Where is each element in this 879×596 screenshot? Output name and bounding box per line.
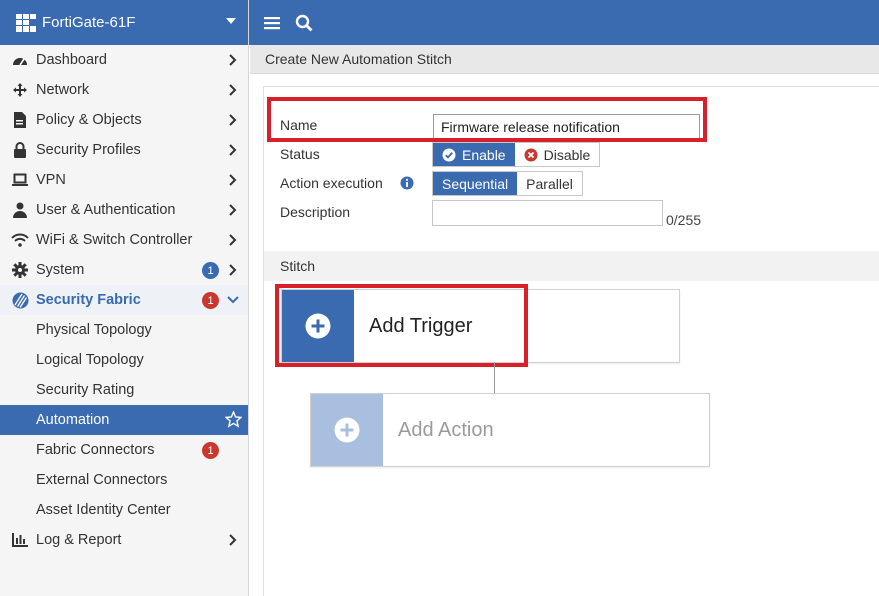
chevron-right-icon bbox=[229, 84, 237, 96]
sidebar-item-user-authentication[interactable]: User & Authentication bbox=[0, 195, 248, 225]
add-trigger-icon-tile bbox=[282, 290, 354, 362]
sidebar-item-dashboard[interactable]: Dashboard bbox=[0, 45, 248, 75]
sidebar-item-vpn[interactable]: VPN bbox=[0, 165, 248, 195]
add-trigger-card[interactable]: Add Trigger bbox=[281, 289, 680, 363]
search-icon[interactable] bbox=[295, 14, 313, 32]
sidebar-item-label: Automation bbox=[36, 412, 110, 428]
lock-icon bbox=[11, 142, 29, 158]
stitch-section-header: Stitch bbox=[264, 251, 879, 281]
sidebar-item-wifi-switch-controller[interactable]: WiFi & Switch Controller bbox=[0, 225, 248, 255]
security-fabric-icon bbox=[11, 292, 29, 308]
device-name: FortiGate-61F bbox=[42, 14, 136, 31]
description-textarea[interactable] bbox=[432, 200, 663, 226]
status-toggle: Enable Disable bbox=[432, 142, 601, 167]
sidebar-item-label: Policy & Objects bbox=[36, 112, 142, 128]
add-trigger-label: Add Trigger bbox=[369, 314, 473, 337]
sidebar-item-label: Network bbox=[36, 82, 90, 98]
sidebar-item-label: Dashboard bbox=[36, 52, 107, 68]
bar-chart-icon bbox=[11, 532, 29, 548]
plus-circle-icon bbox=[305, 313, 331, 339]
description-char-counter: 0/255 bbox=[666, 212, 702, 228]
stitch-connector-line bbox=[494, 362, 495, 393]
plus-circle-icon bbox=[334, 417, 360, 443]
sidebar-item-label: Log & Report bbox=[36, 532, 122, 548]
status-disable-label: Disable bbox=[543, 146, 591, 163]
status-label: Status bbox=[280, 146, 320, 162]
sidebar-item-label: WiFi & Switch Controller bbox=[36, 232, 193, 248]
sidebar-item-label: Logical Topology bbox=[36, 352, 144, 368]
name-input[interactable] bbox=[433, 114, 700, 139]
device-selector[interactable]: FortiGate-61F bbox=[0, 0, 248, 45]
status-enable-label: Enable bbox=[462, 146, 506, 163]
sidebar-item-security-fabric[interactable]: Security Fabric 1 bbox=[0, 285, 248, 315]
description-label: Description bbox=[280, 204, 351, 220]
chevron-right-icon bbox=[229, 204, 237, 216]
chevron-right-icon bbox=[229, 174, 237, 186]
execution-toggle: Sequential Parallel bbox=[432, 171, 583, 196]
status-disable-option[interactable]: Disable bbox=[514, 143, 600, 166]
check-circle-icon bbox=[442, 148, 456, 161]
chevron-right-icon bbox=[229, 114, 237, 126]
chevron-right-icon bbox=[229, 534, 237, 546]
sidebar-item-fabric-connectors[interactable]: Fabric Connectors 1 bbox=[0, 435, 248, 465]
chevron-right-icon bbox=[229, 144, 237, 156]
sidebar-item-external-connectors[interactable]: External Connectors bbox=[0, 465, 248, 495]
execution-sequential-option[interactable]: Sequential bbox=[433, 172, 518, 195]
sidebar-item-label: Asset Identity Center bbox=[36, 502, 171, 518]
execution-parallel-option[interactable]: Parallel bbox=[517, 172, 582, 195]
stitch-section-label: Stitch bbox=[280, 258, 316, 274]
sidebar-item-label: VPN bbox=[36, 172, 66, 188]
sidebar-item-label: Security Rating bbox=[36, 382, 135, 398]
user-icon bbox=[11, 202, 29, 218]
sidebar-item-label: Security Profiles bbox=[36, 142, 141, 158]
execution-sequential-label: Sequential bbox=[442, 175, 509, 192]
add-action-card[interactable]: Add Action bbox=[310, 393, 710, 467]
info-icon[interactable] bbox=[400, 176, 414, 190]
action-execution-label: Action execution bbox=[280, 175, 383, 191]
sidebar-item-label: Security Fabric bbox=[36, 292, 141, 308]
page-title-bar: Create New Automation Stitch bbox=[250, 45, 879, 74]
dashboard-icon bbox=[11, 52, 29, 68]
laptop-icon bbox=[11, 172, 29, 188]
sidebar-item-label: Physical Topology bbox=[36, 322, 152, 338]
notification-badge: 1 bbox=[202, 262, 219, 279]
sidebar-item-policy-objects[interactable]: Policy & Objects bbox=[0, 105, 248, 135]
sidebar-item-automation[interactable]: Automation bbox=[0, 405, 248, 435]
move-arrows-icon bbox=[11, 82, 29, 98]
sidebar-item-logical-topology[interactable]: Logical Topology bbox=[0, 345, 248, 375]
sidebar-item-label: Fabric Connectors bbox=[36, 442, 155, 458]
sidebar-item-system[interactable]: System 1 bbox=[0, 255, 248, 285]
name-label: Name bbox=[280, 117, 318, 133]
notification-badge: 1 bbox=[202, 292, 219, 309]
star-favorite-icon[interactable] bbox=[225, 411, 242, 428]
sidebar-item-asset-identity-center[interactable]: Asset Identity Center bbox=[0, 495, 248, 525]
page-title: Create New Automation Stitch bbox=[265, 51, 452, 67]
sidebar-item-network[interactable]: Network bbox=[0, 75, 248, 105]
caret-down-icon[interactable] bbox=[226, 18, 236, 24]
sidebar-item-security-rating[interactable]: Security Rating bbox=[0, 375, 248, 405]
sidebar-item-label: User & Authentication bbox=[36, 202, 176, 218]
policy-document-icon bbox=[11, 112, 29, 128]
hamburger-menu-icon[interactable] bbox=[263, 14, 281, 32]
sidebar: FortiGate-61F Dashboard Network Policy &… bbox=[0, 0, 249, 596]
sidebar-item-label: System bbox=[36, 262, 85, 278]
wifi-icon bbox=[11, 232, 29, 248]
sidebar-item-security-profiles[interactable]: Security Profiles bbox=[0, 135, 248, 165]
add-action-label: Add Action bbox=[398, 418, 494, 441]
top-bar bbox=[249, 0, 879, 45]
sidebar-item-log-report[interactable]: Log & Report bbox=[0, 525, 248, 555]
sidebar-item-label: External Connectors bbox=[36, 472, 168, 488]
execution-parallel-label: Parallel bbox=[526, 175, 573, 192]
sidebar-item-physical-topology[interactable]: Physical Topology bbox=[0, 315, 248, 345]
chevron-right-icon bbox=[229, 264, 237, 276]
status-enable-option[interactable]: Enable bbox=[433, 143, 515, 166]
chevron-right-icon bbox=[229, 54, 237, 66]
gear-icon bbox=[11, 262, 29, 278]
chevron-right-icon bbox=[229, 234, 237, 246]
notification-badge: 1 bbox=[202, 442, 219, 459]
fortinet-logo-icon bbox=[16, 13, 36, 32]
chevron-down-icon bbox=[227, 296, 239, 304]
x-circle-icon bbox=[524, 148, 538, 161]
add-action-icon-tile bbox=[311, 394, 383, 466]
